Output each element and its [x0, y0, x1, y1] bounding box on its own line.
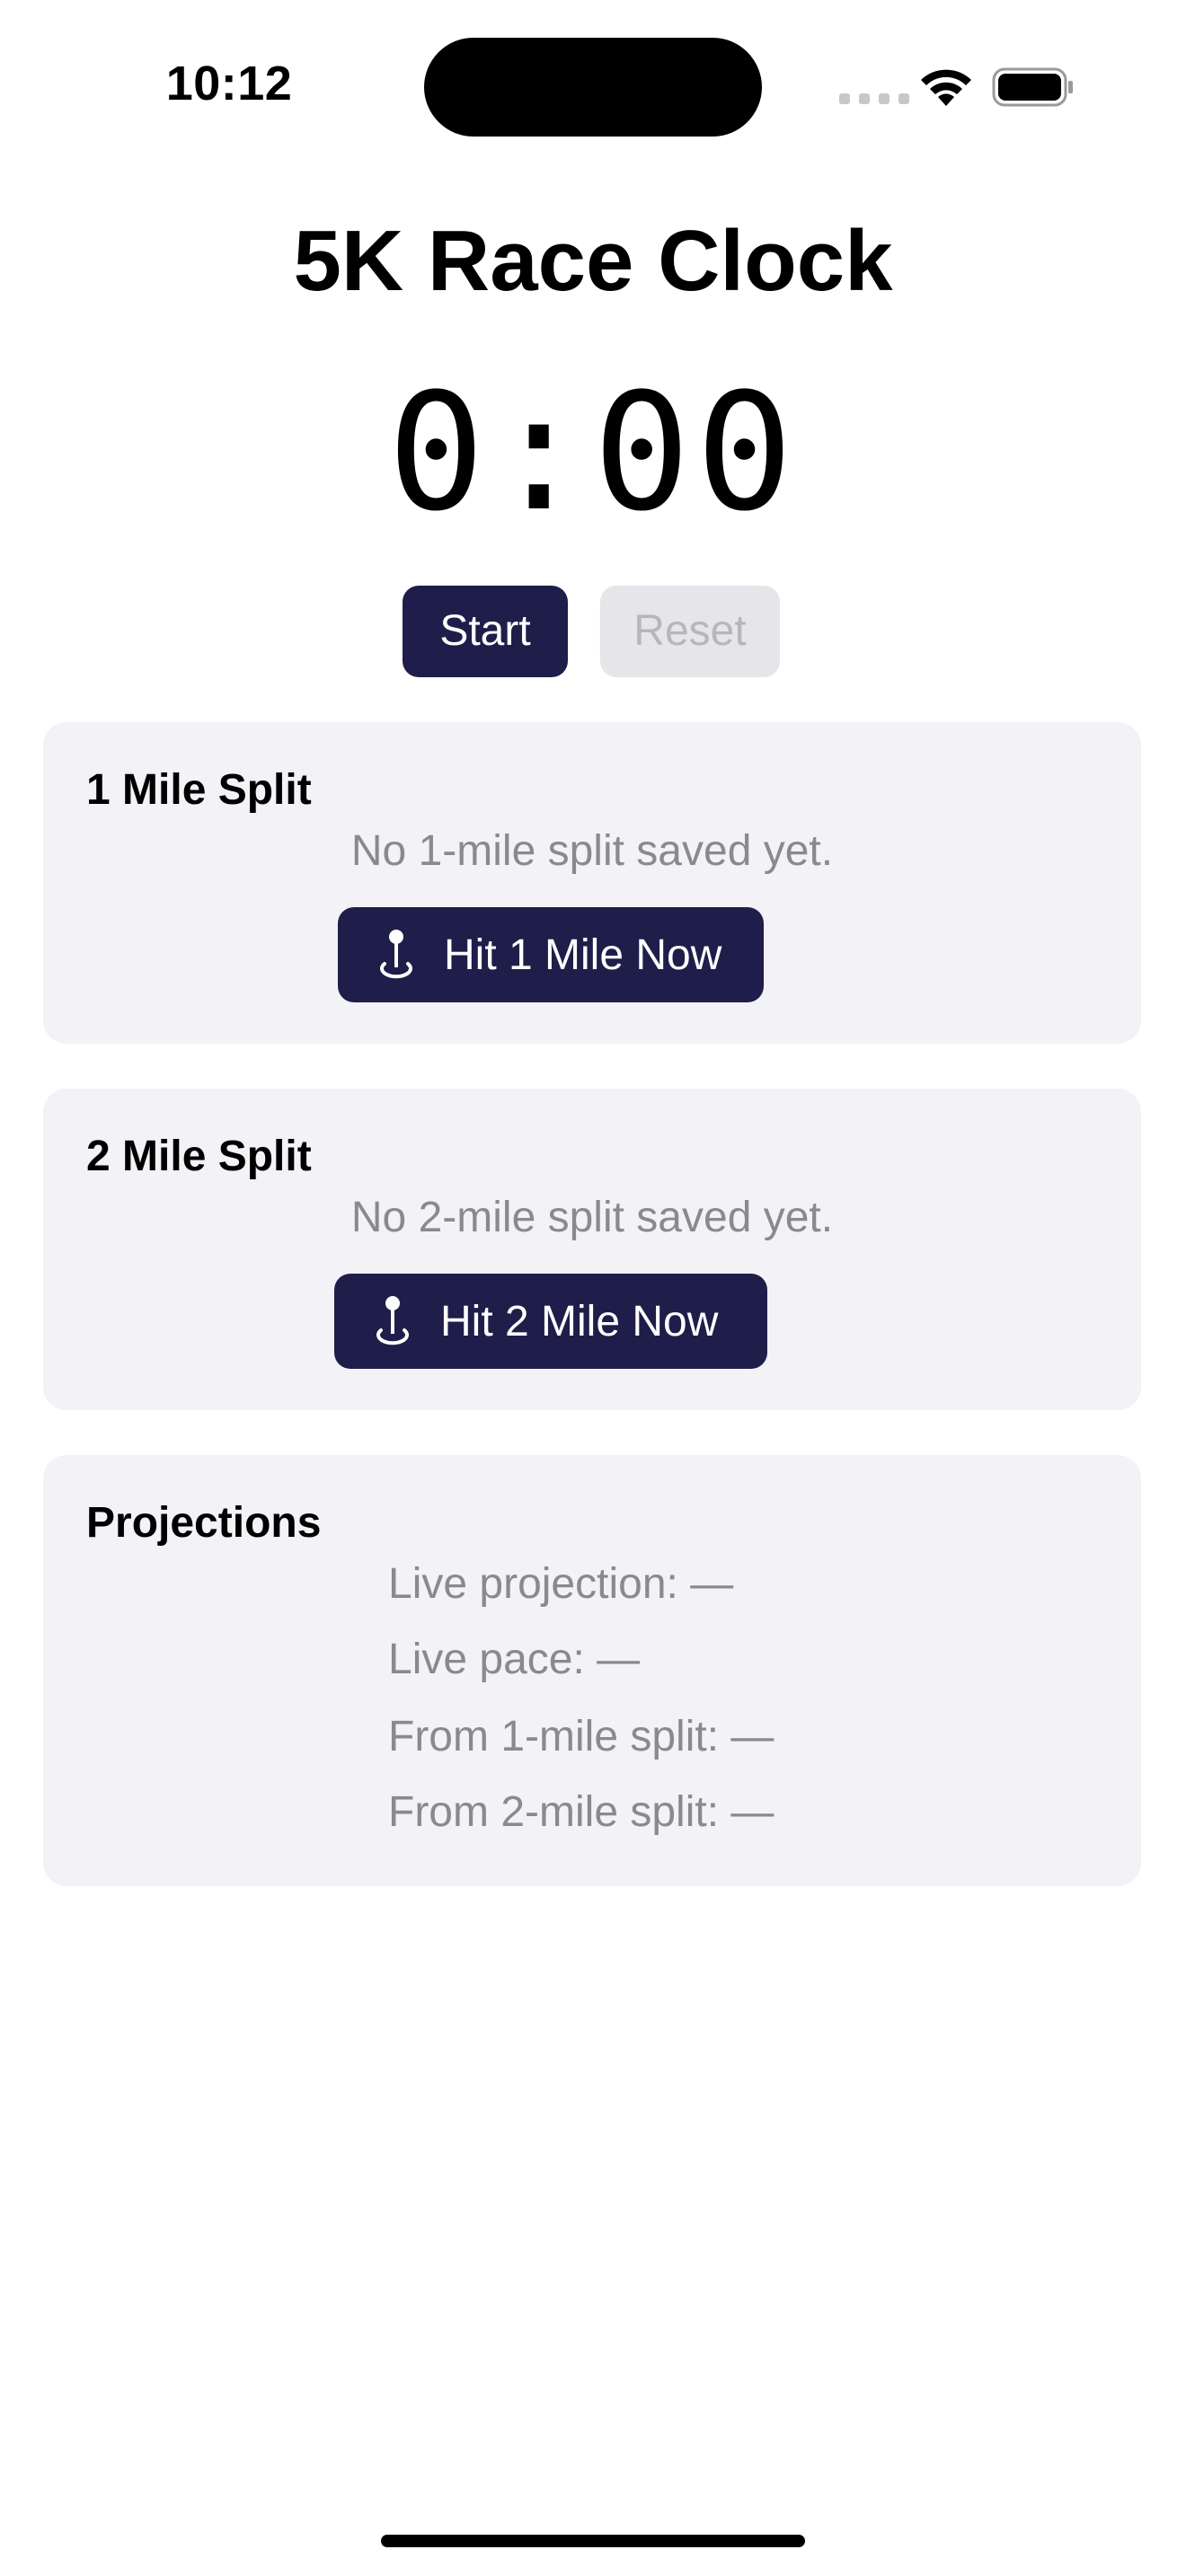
mile2-split-card: 2 Mile Split No 2-mile split saved yet. …	[43, 1089, 1141, 1410]
status-time: 10:12	[165, 57, 293, 110]
mile1-card-title: 1 Mile Split	[86, 766, 312, 814]
dynamic-island	[424, 38, 762, 137]
hit-2-mile-button[interactable]: Hit 2 Mile Now	[334, 1274, 767, 1369]
race-clock-display: 0:00	[387, 359, 799, 547]
mile1-split-card: 1 Mile Split No 1-mile split saved yet. …	[43, 722, 1141, 1044]
start-button[interactable]: Start	[403, 586, 568, 677]
hit-1-mile-button[interactable]: Hit 1 Mile Now	[338, 907, 764, 1002]
wifi-icon	[921, 69, 971, 106]
hit-1-mile-label: Hit 1 Mile Now	[444, 931, 722, 979]
status-bar: 10:12	[0, 0, 1186, 171]
mile2-status-message: No 2-mile split saved yet.	[350, 1194, 834, 1241]
reset-button[interactable]: Reset	[600, 586, 780, 677]
projections-title: Projections	[86, 1499, 322, 1547]
hit-2-mile-label: Hit 2 Mile Now	[440, 1297, 719, 1345]
live-projection-line: Live projection: —	[388, 1560, 734, 1608]
page-title: 5K Race Clock	[293, 213, 893, 309]
mappin-icon	[380, 930, 412, 979]
mappin-icon	[376, 1296, 409, 1345]
mile2-card-title: 2 Mile Split	[86, 1133, 312, 1180]
live-pace-line: Live pace: —	[388, 1636, 641, 1683]
projections-card: Projections Live projection: — Live pace…	[43, 1455, 1141, 1886]
mile2-projection-line: From 2-mile split: —	[388, 1788, 774, 1836]
home-indicator	[381, 2535, 805, 2547]
mile1-projection-line: From 1-mile split: —	[388, 1713, 774, 1760]
mile1-status-message: No 1-mile split saved yet.	[350, 827, 834, 875]
battery-icon	[992, 67, 1073, 107]
